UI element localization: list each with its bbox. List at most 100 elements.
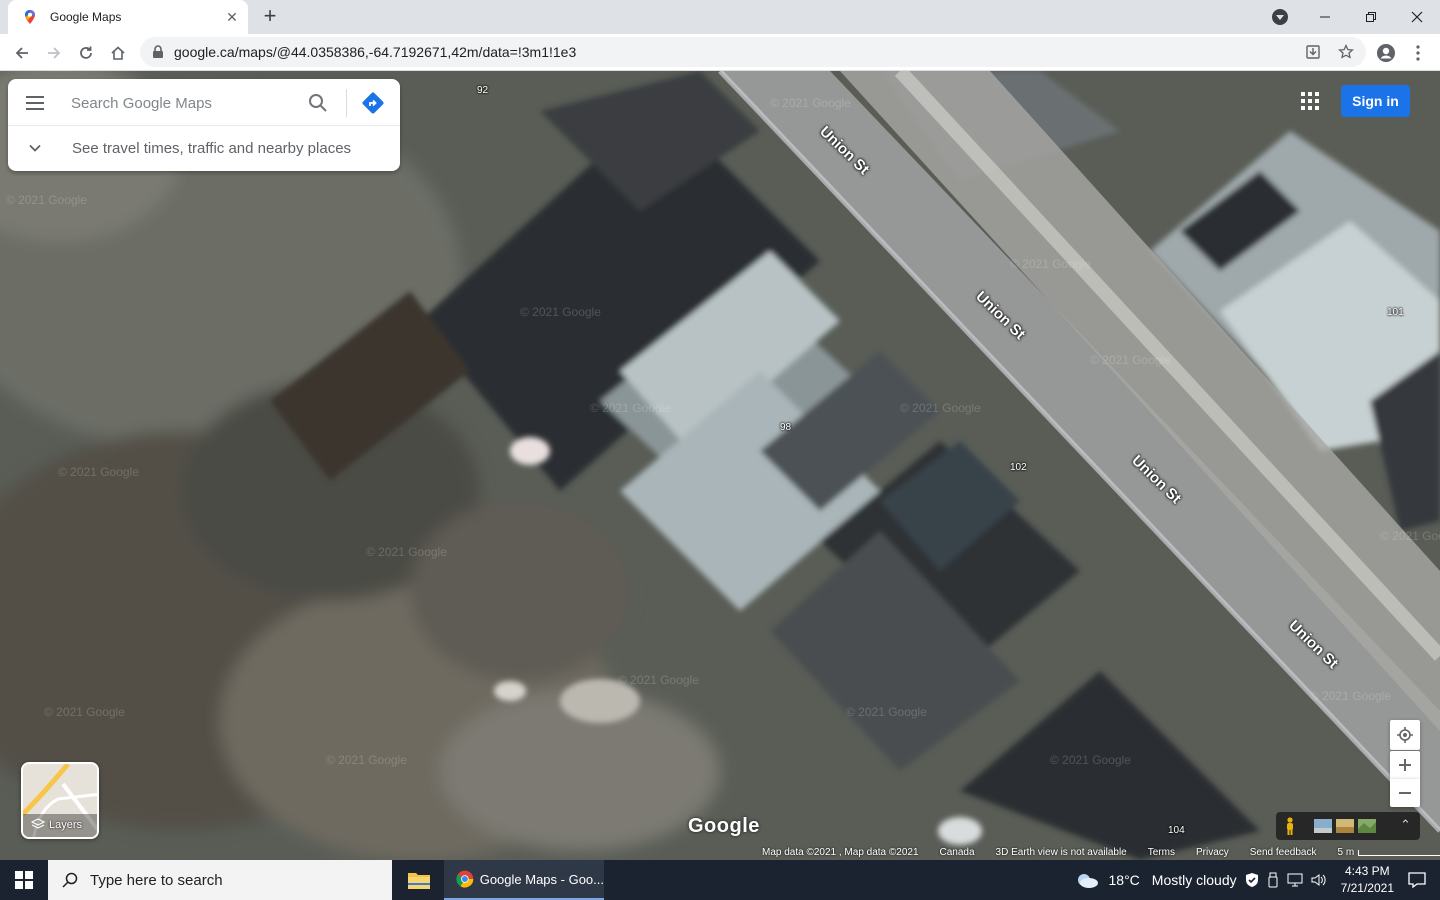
lock-icon [153, 45, 163, 58]
google-logo: Google [688, 815, 760, 837]
browser-menu-button[interactable] [1404, 39, 1432, 67]
window-controls [1302, 0, 1440, 34]
map-watermark: © 2021 Google [1010, 257, 1091, 271]
system-tray: 18°C Mostly cloudy 4:43 PM 7/21/2021 [1075, 860, 1440, 900]
windows-logo-icon [15, 871, 33, 889]
notifications-icon[interactable] [1408, 872, 1426, 888]
map-watermark: © 2021 Google [326, 753, 407, 767]
profile-button[interactable] [1372, 39, 1400, 67]
layers-stack-icon [31, 818, 45, 829]
install-app-icon[interactable] [1305, 44, 1321, 60]
house-number: 92 [477, 85, 489, 96]
google-apps-icon[interactable] [1301, 92, 1319, 110]
google-maps-favicon-icon [25, 10, 35, 24]
restore-button[interactable] [1348, 0, 1394, 34]
layers-button[interactable]: Layers [21, 762, 99, 839]
chrome-icon [456, 870, 474, 888]
directions-icon[interactable] [361, 91, 385, 115]
more-vertical-icon [1416, 45, 1420, 61]
network-icon[interactable] [1287, 873, 1303, 887]
new-tab-button[interactable]: + [258, 5, 282, 29]
scale-line [1358, 849, 1440, 856]
profile-avatar-icon [1377, 44, 1395, 62]
taskbar-clock[interactable]: 4:43 PM 7/21/2021 [1341, 863, 1394, 897]
back-arrow-icon [15, 47, 28, 59]
imagery-thumb-icon[interactable] [1336, 819, 1354, 833]
reload-button[interactable] [72, 39, 100, 67]
privacy-link[interactable]: Privacy [1196, 847, 1229, 858]
scale-bar[interactable]: 5 m [1337, 847, 1440, 858]
my-location-button[interactable] [1390, 720, 1420, 750]
taskbar-search[interactable]: Type here to search [48, 860, 392, 900]
bookmark-star-icon[interactable] [1338, 44, 1354, 60]
clock-time: 4:43 PM [1344, 864, 1390, 878]
map-canvas[interactable]: © 2021 Google © 2021 Google © 2021 Googl… [0, 71, 1440, 860]
search-icon[interactable] [308, 93, 328, 113]
map-watermark: © 2021 Google [846, 705, 927, 719]
my-location-icon [1397, 727, 1413, 743]
volume-icon[interactable] [1311, 873, 1327, 887]
map-watermark: © 2021 Google [618, 673, 699, 687]
map-watermark: © 2021 Google [44, 705, 125, 719]
send-feedback-link[interactable]: Send feedback [1250, 847, 1317, 858]
map-watermark: © 2021 Google [1310, 689, 1391, 703]
start-button[interactable] [0, 860, 48, 900]
satellite-imagery [0, 71, 1440, 860]
address-bar[interactable]: google.ca/maps/@44.0358386,-64.7192671,4… [140, 37, 1366, 67]
browser-tab[interactable]: Google Maps ✕ [8, 0, 248, 34]
map-watermark: © 2021 Google [520, 305, 601, 319]
expand-icon[interactable]: ⌃ [1400, 817, 1411, 833]
attribution-bar: Map data ©2021 , Map data ©2021 Canada 3… [762, 845, 1440, 860]
earth-status-text: 3D Earth view is not available [995, 847, 1127, 858]
taskbar-search-placeholder: Type here to search [90, 871, 223, 889]
tab-close-icon[interactable]: ✕ [224, 9, 240, 25]
zoom-out-button[interactable] [1390, 779, 1420, 807]
house-number: 102 [1010, 462, 1027, 473]
tab-title: Google Maps [50, 10, 122, 24]
home-icon [111, 46, 125, 60]
search-input[interactable] [71, 92, 291, 114]
scale-label: 5 m [1337, 847, 1355, 858]
menu-icon[interactable] [26, 96, 44, 110]
terms-link[interactable]: Terms [1148, 847, 1175, 858]
plus-icon [1399, 759, 1411, 771]
layers-label: Layers [49, 819, 83, 831]
travel-times-row[interactable]: See travel times, traffic and nearby pla… [8, 127, 400, 171]
imagery-control-bar: ⌃ [1276, 812, 1420, 840]
map-watermark: © 2021 Google [58, 465, 139, 479]
imagery-thumb-icon[interactable] [1314, 819, 1332, 833]
taskbar-chrome-app[interactable]: Google Maps - Goo... [444, 860, 604, 900]
map-watermark: © 2021 Google [1380, 529, 1440, 543]
file-explorer-button[interactable] [404, 860, 434, 900]
search-box [8, 79, 400, 126]
security-shield-icon[interactable] [1245, 872, 1259, 888]
chevron-down-icon [29, 144, 41, 152]
minus-icon [1399, 792, 1411, 794]
weather-temp: 18°C [1108, 872, 1140, 888]
imagery-thumb-icon[interactable] [1358, 819, 1376, 833]
divider [346, 89, 347, 117]
reload-icon [80, 46, 92, 59]
minimize-button[interactable] [1302, 0, 1348, 34]
usb-device-icon[interactable] [1267, 872, 1279, 888]
cloud-icon [1077, 874, 1098, 888]
close-window-button[interactable] [1394, 0, 1440, 34]
sign-in-button[interactable]: Sign in [1341, 85, 1410, 117]
home-button[interactable] [104, 39, 132, 67]
back-button[interactable] [8, 39, 36, 67]
taskbar-chrome-label: Google Maps - Goo... [479, 871, 604, 887]
zoom-in-button[interactable] [1390, 751, 1420, 779]
forward-button[interactable] [40, 39, 68, 67]
clock-date: 7/21/2021 [1340, 881, 1394, 895]
browser-toolbar: google.ca/maps/@44.0358386,-64.7192671,4… [0, 34, 1440, 71]
map-watermark: © 2021 Google [590, 401, 671, 415]
pegman-icon[interactable] [1284, 817, 1296, 835]
map-watermark: © 2021 Google [6, 193, 87, 207]
weather-widget[interactable]: 18°C Mostly cloudy [1075, 872, 1237, 888]
map-watermark: © 2021 Google [900, 401, 981, 415]
search-card: See travel times, traffic and nearby pla… [8, 79, 400, 171]
folder-icon [408, 873, 430, 889]
map-watermark: © 2021 Google [1090, 353, 1171, 367]
country-link[interactable]: Canada [940, 847, 975, 858]
tab-search-icon[interactable] [1272, 9, 1288, 25]
